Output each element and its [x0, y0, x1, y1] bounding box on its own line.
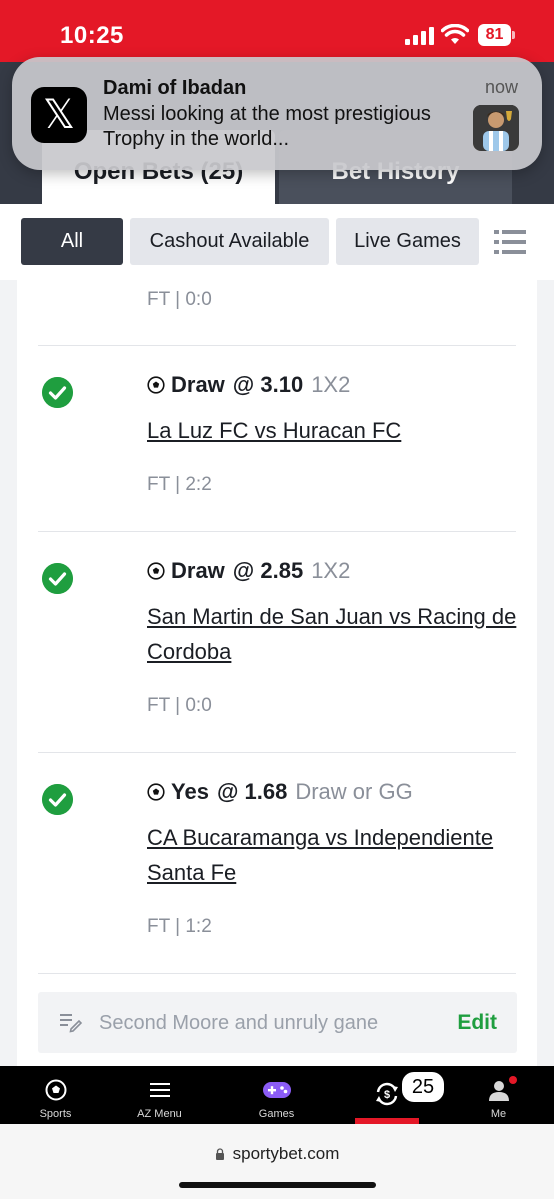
notification-time: now [484, 77, 518, 97]
match-result: FT | 1:2 [147, 916, 212, 937]
bet-pick-line: Yes @ 1.68 Draw or GG [147, 779, 413, 805]
list-view-icon[interactable] [494, 226, 526, 258]
bet-details-card: FT | 0:0 Draw @ 3.10 1X2 La Luz FC vs Hura… [17, 280, 537, 1066]
divider [38, 973, 516, 974]
won-check-icon [42, 563, 73, 594]
bet-market: 1X2 [311, 558, 351, 583]
bet-market: 1X2 [311, 372, 351, 397]
note-edit-icon [60, 1014, 83, 1033]
notification-message: Messi looking at the most prestigious Tr… [103, 103, 431, 150]
bet-pick-line: Draw @ 3.10 1X2 [147, 372, 350, 398]
match-link[interactable]: La Luz FC vs Huracan FC [147, 413, 527, 448]
push-notification[interactable]: 𝕏 Dami of Ibadan Messi looking at the mo… [12, 57, 542, 170]
svg-text:$: $ [384, 1089, 390, 1101]
football-icon [147, 376, 165, 394]
notification-dot [509, 1076, 517, 1084]
notification-sender: Dami of Ibadan [103, 77, 247, 99]
bet-pick: Yes [171, 779, 209, 804]
bet-note-bar[interactable]: Second Moore and unruly gane Edit [38, 992, 517, 1053]
nav-az-menu[interactable]: AZ Menu [104, 1066, 215, 1124]
bottom-nav: Sports AZ Menu Games $ 25 Me [0, 1066, 554, 1124]
thumbnail-image [473, 105, 519, 151]
bet-pick: Draw [171, 558, 225, 583]
won-check-icon [42, 377, 73, 408]
battery-level: 81 [478, 24, 511, 46]
won-check-icon [42, 784, 73, 815]
football-icon [45, 1079, 66, 1101]
betslip-count-badge[interactable]: 25 [402, 1072, 444, 1102]
match-result: FT | 0:0 [147, 695, 212, 716]
filter-live-games-button[interactable]: Live Games [336, 218, 479, 265]
nav-me[interactable]: Me [443, 1066, 554, 1124]
lock-icon [215, 1148, 224, 1160]
bet-odds: @ 1.68 [216, 779, 288, 804]
bet-pick: Draw [171, 372, 225, 397]
bet-odds: @ 3.10 [232, 372, 304, 397]
nav-games[interactable]: Games [221, 1066, 332, 1124]
battery-icon: 81 [478, 24, 516, 46]
bet-odds: @ 2.85 [232, 558, 304, 583]
note-text: Second Moore and unruly gane [99, 1012, 379, 1034]
previous-bet-result: FT | 0:0 [147, 289, 212, 310]
edit-note-button[interactable]: Edit [457, 1011, 497, 1035]
hamburger-menu-icon [149, 1083, 170, 1097]
home-indicator[interactable] [179, 1182, 376, 1188]
nav-az-menu-label: AZ Menu [137, 1108, 182, 1120]
nav-me-label: Me [490, 1108, 507, 1120]
match-link[interactable]: San Martin de San Juan vs Racing de Cord… [147, 599, 527, 669]
cashout-refresh-icon: $ [376, 1082, 398, 1106]
divider [38, 752, 516, 753]
filter-cashout-button[interactable]: Cashout Available [130, 218, 329, 265]
user-icon [488, 1081, 509, 1101]
nav-sports-label: Sports [39, 1108, 72, 1120]
match-result: FT | 2:2 [147, 474, 212, 495]
nav-games-label: Games [258, 1108, 295, 1120]
gamepad-icon [262, 1082, 291, 1098]
status-time: 10:25 [60, 22, 124, 49]
x-app-icon: 𝕏 [31, 87, 87, 143]
bet-pick-line: Draw @ 2.85 1X2 [147, 558, 350, 584]
divider [38, 531, 516, 532]
football-icon [147, 783, 165, 801]
filter-bar: All Cashout Available Live Games [0, 204, 554, 280]
nav-sports[interactable]: Sports [0, 1066, 111, 1124]
bet-market: Draw or GG [295, 779, 413, 804]
filter-all-button[interactable]: All [21, 218, 123, 265]
url-text: sportybet.com [232, 1144, 340, 1163]
divider [38, 345, 516, 346]
wifi-icon [441, 24, 469, 44]
signal-icon [405, 27, 434, 45]
match-link[interactable]: CA Bucaramanga vs Independiente Santa Fe [147, 820, 527, 890]
status-bar: 10:25 81 [0, 0, 554, 62]
football-icon [147, 562, 165, 580]
notification-thumbnail [473, 105, 519, 151]
url-display[interactable]: sportybet.com [0, 1144, 554, 1164]
